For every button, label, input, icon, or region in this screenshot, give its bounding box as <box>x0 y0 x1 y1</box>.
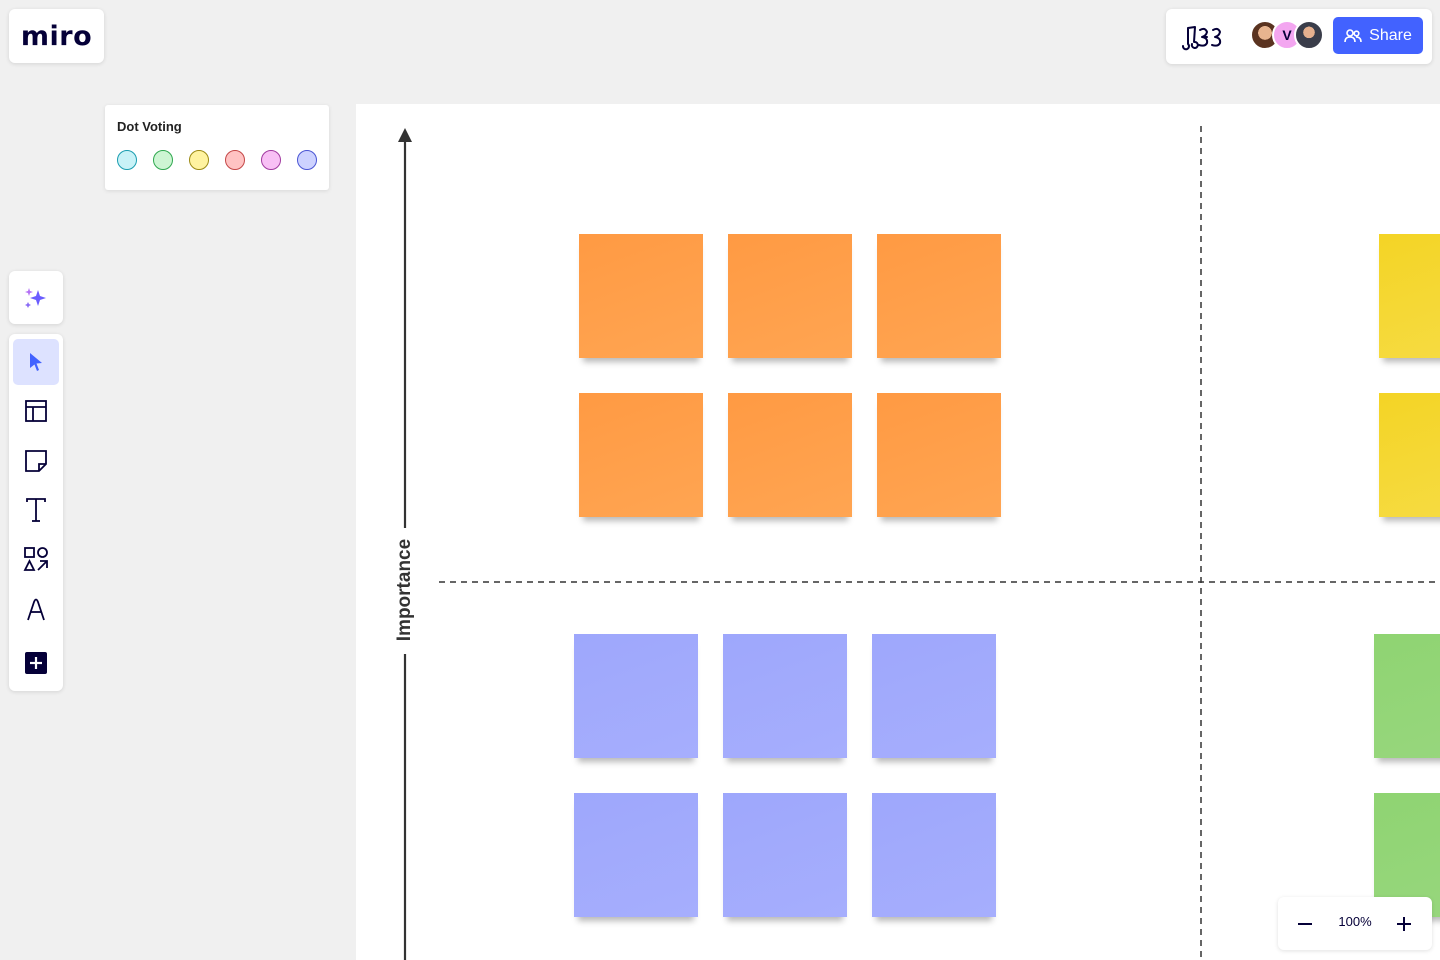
more-apps-tool[interactable] <box>13 640 59 686</box>
shapes-tool[interactable] <box>13 536 59 582</box>
vote-dot-green[interactable] <box>153 150 173 170</box>
y-axis-arrow <box>398 128 412 142</box>
zoom-out-button[interactable] <box>1290 909 1320 939</box>
sticky-note-tool[interactable] <box>13 438 59 484</box>
vote-dot-pink[interactable] <box>261 150 281 170</box>
users-icon <box>1344 28 1362 42</box>
sticky-note[interactable] <box>1379 393 1440 517</box>
share-button[interactable]: Share <box>1333 17 1423 54</box>
music-notes-reactions-icon[interactable] <box>1180 23 1232 51</box>
collaboration-bar: V Share <box>1166 9 1432 64</box>
sticky-note[interactable] <box>579 234 703 358</box>
sticky-note[interactable] <box>877 234 1001 358</box>
zoom-in-button[interactable] <box>1389 909 1419 939</box>
y-axis-label: Importance <box>394 538 415 642</box>
plus-square-icon <box>25 652 47 674</box>
sticky-note[interactable] <box>574 793 698 917</box>
sticky-note[interactable] <box>728 393 852 517</box>
sticky-note[interactable] <box>574 634 698 758</box>
logo-text: miro <box>20 20 93 52</box>
sticky-note[interactable] <box>723 793 847 917</box>
pen-icon <box>27 598 45 621</box>
layout-template-icon <box>25 400 47 422</box>
dot-voting-panel: Dot Voting <box>105 105 329 190</box>
plus-icon <box>1397 917 1411 931</box>
vote-dot-cyan[interactable] <box>117 150 137 170</box>
text-t-icon <box>26 498 46 522</box>
sticky-note[interactable] <box>579 393 703 517</box>
share-label: Share <box>1369 26 1412 44</box>
templates-tool[interactable] <box>13 388 59 434</box>
ai-assist-button[interactable] <box>9 271 63 324</box>
sticky-note[interactable] <box>872 793 996 917</box>
text-tool[interactable] <box>13 487 59 533</box>
miro-logo[interactable]: miro <box>9 9 104 63</box>
left-toolbar <box>9 334 63 691</box>
avatar-group[interactable]: V <box>1250 20 1330 52</box>
sticky-note[interactable] <box>1379 234 1440 358</box>
sticky-note[interactable] <box>872 634 996 758</box>
shapes-icon <box>23 547 48 571</box>
sticky-note[interactable] <box>877 393 1001 517</box>
sticky-note[interactable] <box>1374 634 1440 758</box>
avatar[interactable] <box>1294 20 1324 50</box>
vote-dot-yellow[interactable] <box>189 150 209 170</box>
board-canvas[interactable]: Importance <box>356 104 1440 960</box>
sticky-note[interactable] <box>728 234 852 358</box>
select-tool[interactable] <box>13 339 59 385</box>
sticky-note[interactable] <box>723 634 847 758</box>
avatar-initial: V <box>1282 27 1292 43</box>
sticky-note-icon <box>25 450 47 472</box>
pen-tool[interactable] <box>13 586 59 632</box>
zoom-level[interactable]: 100% <box>1330 914 1380 929</box>
zoom-controls: 100% <box>1278 897 1432 950</box>
dot-voting-title: Dot Voting <box>117 119 182 134</box>
vote-dot-blue[interactable] <box>297 150 317 170</box>
sparkle-ai-icon <box>25 287 46 308</box>
minus-icon <box>1298 923 1312 925</box>
dot-voting-dots <box>117 150 317 170</box>
vote-dot-red[interactable] <box>225 150 245 170</box>
cursor-arrow-icon <box>30 353 42 371</box>
